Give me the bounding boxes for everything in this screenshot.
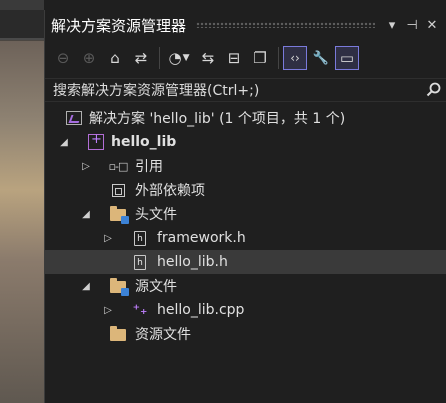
filter-folder-icon bbox=[109, 277, 129, 296]
filter-folder-icon bbox=[109, 325, 127, 343]
toolbar-separator bbox=[278, 47, 279, 69]
collapse-all-button[interactable]: ⊟ bbox=[222, 46, 246, 70]
search-placeholder: 搜索解决方案资源管理器(Ctrl+;) bbox=[53, 83, 260, 99]
auto-hide-pin-icon[interactable]: ⊣ bbox=[405, 18, 419, 33]
resource-files-label: 资源文件 bbox=[135, 327, 191, 343]
panel-titlebar[interactable]: 解决方案资源管理器 ▾ ⊣ ✕ bbox=[45, 10, 446, 40]
filter-folder-icon bbox=[109, 205, 129, 224]
switch-views-icon: ⇄ bbox=[134, 49, 148, 67]
preview-selected-items-icon: ‹› bbox=[290, 51, 300, 65]
hello-lib-cpp-label: hello_lib.cpp bbox=[157, 302, 245, 318]
back-button[interactable]: ⊖ bbox=[51, 46, 75, 70]
references-icon: ▫-□ bbox=[108, 159, 129, 173]
switch-views-button[interactable]: ⇄ bbox=[129, 46, 153, 70]
background-strip bbox=[0, 0, 44, 10]
header-file-icon: h bbox=[131, 229, 149, 247]
tree-item-resource-files[interactable]: 资源文件 bbox=[45, 322, 446, 346]
hello-lib-h-label: hello_lib.h bbox=[157, 254, 228, 270]
home-button[interactable]: ⌂ bbox=[103, 46, 127, 70]
show-all-files-button[interactable]: ❐ bbox=[248, 46, 272, 70]
tree-item-project[interactable]: ◢ hello_lib bbox=[45, 130, 446, 154]
vc-project-icon bbox=[87, 132, 105, 151]
preview-selected-items-button[interactable]: ‹› bbox=[283, 46, 307, 70]
header-files-label: 头文件 bbox=[135, 207, 177, 223]
close-icon[interactable]: ✕ bbox=[425, 18, 439, 33]
tree-item-external-dependencies[interactable]: 外部依赖项 bbox=[45, 178, 446, 202]
toolbar-separator bbox=[159, 47, 160, 69]
window-position-dropdown-icon[interactable]: ▾ bbox=[385, 18, 399, 33]
solution-icon bbox=[65, 109, 83, 127]
tree-item-solution[interactable]: 解决方案 'hello_lib' (1 个项目，共 1 个) bbox=[45, 106, 446, 130]
show-all-files-icon: ❐ bbox=[253, 49, 267, 67]
home-icon: ⌂ bbox=[110, 49, 120, 67]
expanded-chevron-icon[interactable]: ◢ bbox=[81, 209, 91, 220]
tree-item-hello-lib-h[interactable]: h hello_lib.h bbox=[45, 250, 446, 274]
sync-with-active-document-button[interactable]: ⇆ bbox=[196, 46, 220, 70]
expanded-chevron-icon[interactable]: ◢ bbox=[59, 137, 69, 148]
chevron-down-icon: ▼ bbox=[182, 53, 190, 63]
panel-toolbar: ⊖ ⊕ ⌂ ⇄ ◔ ▼ ⇆ ⊟ ❐ ‹› 🔧 ▭ bbox=[45, 41, 446, 75]
references-label: 引用 bbox=[135, 159, 163, 175]
window-buttons: ▾ ⊣ ✕ bbox=[385, 18, 439, 33]
solution-explorer-panel: 解决方案资源管理器 ▾ ⊣ ✕ ⊖ ⊕ ⌂ ⇄ ◔ ▼ ⇆ ⊟ ❐ ‹› 🔧 ▭… bbox=[44, 10, 446, 403]
external-dependencies-label: 外部依赖项 bbox=[135, 183, 205, 199]
sync-with-active-document-icon: ⇆ bbox=[201, 49, 215, 67]
drag-grip[interactable] bbox=[196, 22, 375, 28]
solution-label: 解决方案 'hello_lib' (1 个项目，共 1 个) bbox=[89, 111, 346, 127]
search-box[interactable]: 搜索解决方案资源管理器(Ctrl+;) bbox=[45, 78, 446, 102]
back-icon: ⊖ bbox=[56, 49, 70, 67]
collapsed-chevron-icon[interactable]: ▷ bbox=[103, 305, 113, 316]
pending-changes-filter-button[interactable]: ◔ ▼ bbox=[164, 46, 194, 70]
cpp-file-icon: ⁺₊ bbox=[132, 302, 148, 318]
tree-item-header-files[interactable]: ◢ 头文件 bbox=[45, 202, 446, 226]
project-label: hello_lib bbox=[111, 134, 177, 150]
forward-button[interactable]: ⊕ bbox=[77, 46, 101, 70]
tree-item-hello-lib-cpp[interactable]: ▷ ⁺₊ hello_lib.cpp bbox=[45, 298, 446, 322]
header-file-icon: h bbox=[131, 253, 149, 271]
tree-item-framework-h[interactable]: ▷ h framework.h bbox=[45, 226, 446, 250]
properties-button[interactable]: 🔧 bbox=[309, 46, 333, 70]
source-files-label: 源文件 bbox=[135, 279, 177, 295]
collapsed-chevron-icon[interactable]: ▷ bbox=[103, 233, 113, 244]
pending-changes-filter-icon: ◔ bbox=[168, 49, 182, 67]
tree-item-source-files[interactable]: ◢ 源文件 bbox=[45, 274, 446, 298]
tree-item-references[interactable]: ▷ ▫-□ 引用 bbox=[45, 154, 446, 178]
collapse-all-icon: ⊟ bbox=[227, 49, 241, 67]
expanded-chevron-icon[interactable]: ◢ bbox=[81, 281, 91, 292]
background-divider bbox=[0, 38, 44, 40]
toggle-icon: ▭ bbox=[339, 49, 355, 67]
solution-tree: 解决方案 'hello_lib' (1 个项目，共 1 个) ◢ hello_l… bbox=[45, 106, 446, 346]
wrench-icon: 🔧 bbox=[312, 50, 330, 66]
external-dependencies-icon bbox=[109, 181, 127, 199]
forward-icon: ⊕ bbox=[82, 49, 96, 67]
search-icon[interactable] bbox=[425, 81, 443, 99]
framework-h-label: framework.h bbox=[157, 230, 246, 246]
panel-title: 解决方案资源管理器 bbox=[51, 16, 187, 35]
collapsed-chevron-icon[interactable]: ▷ bbox=[81, 161, 91, 172]
toggle-button[interactable]: ▭ bbox=[335, 46, 359, 70]
background-editor-area bbox=[0, 0, 44, 403]
